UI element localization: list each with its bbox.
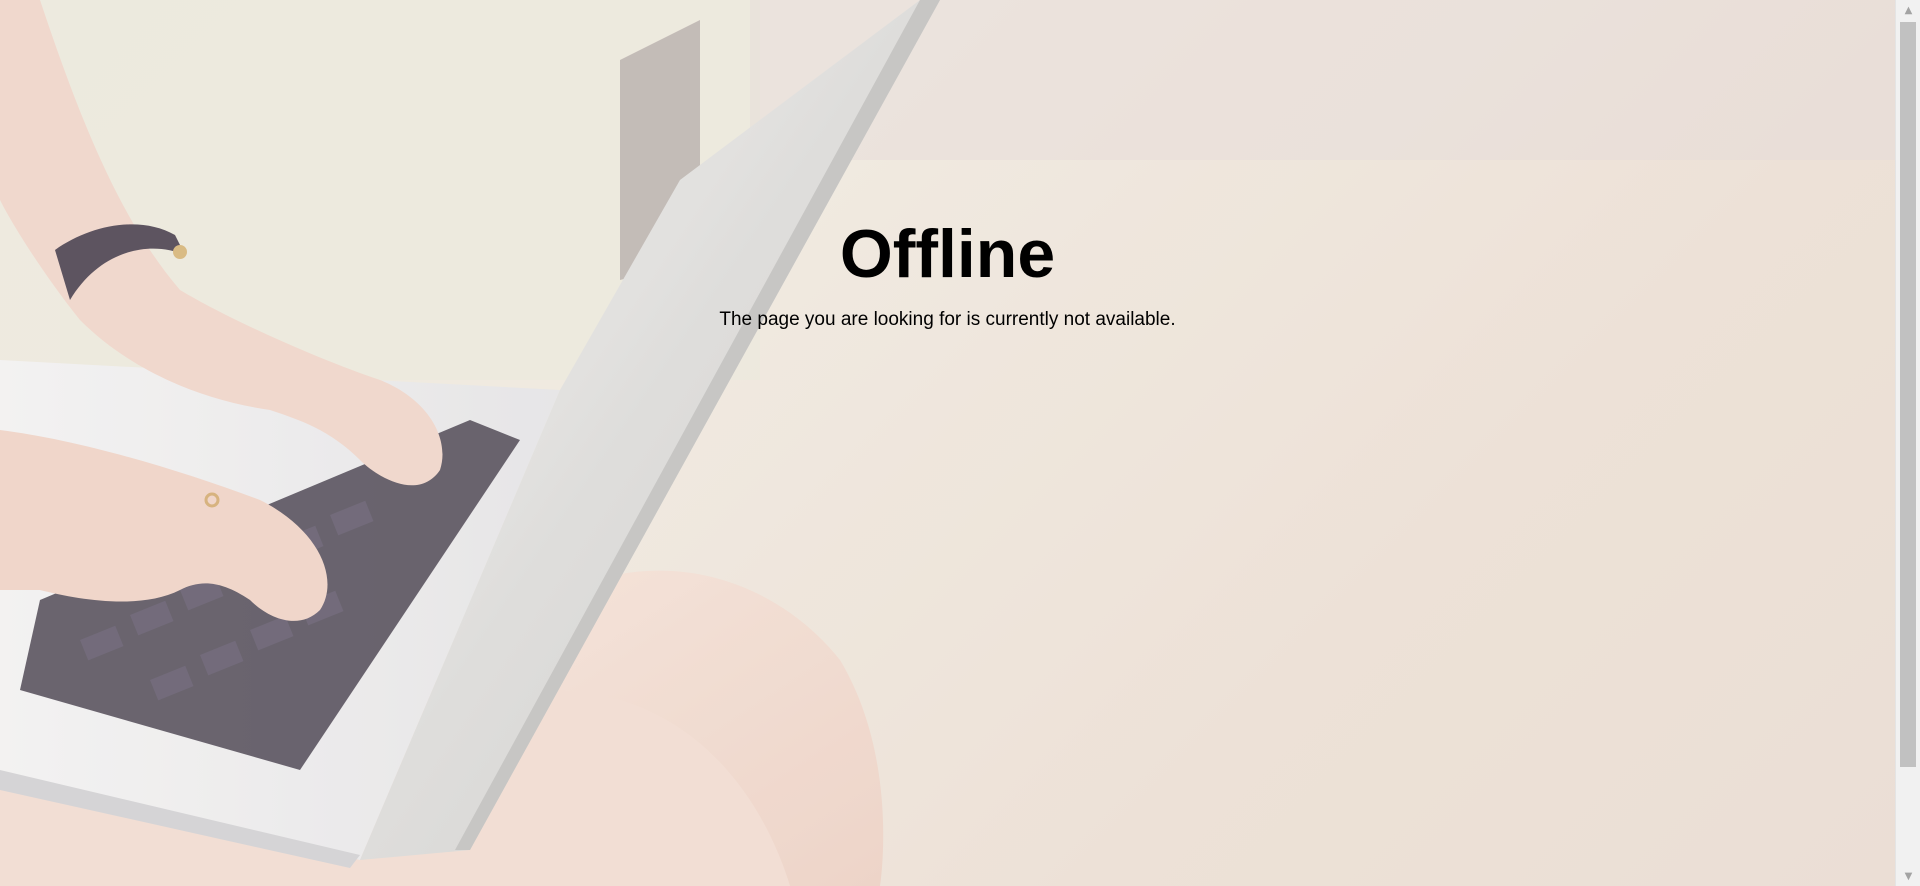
triangle-down-icon: ▼: [1904, 870, 1913, 882]
scroll-down-button[interactable]: ▼: [1896, 866, 1920, 886]
vertical-scrollbar[interactable]: ▲ ▼: [1895, 0, 1920, 886]
page-title: Offline: [839, 216, 1056, 292]
scrollbar-thumb[interactable]: [1900, 22, 1916, 767]
offline-message: The page you are looking for is currentl…: [719, 309, 1176, 330]
offline-page: Offline The page you are looking for is …: [0, 0, 1920, 886]
scroll-up-button[interactable]: ▲: [1896, 0, 1920, 20]
background-photo: [0, 0, 1895, 886]
triangle-up-icon: ▲: [1904, 4, 1913, 16]
